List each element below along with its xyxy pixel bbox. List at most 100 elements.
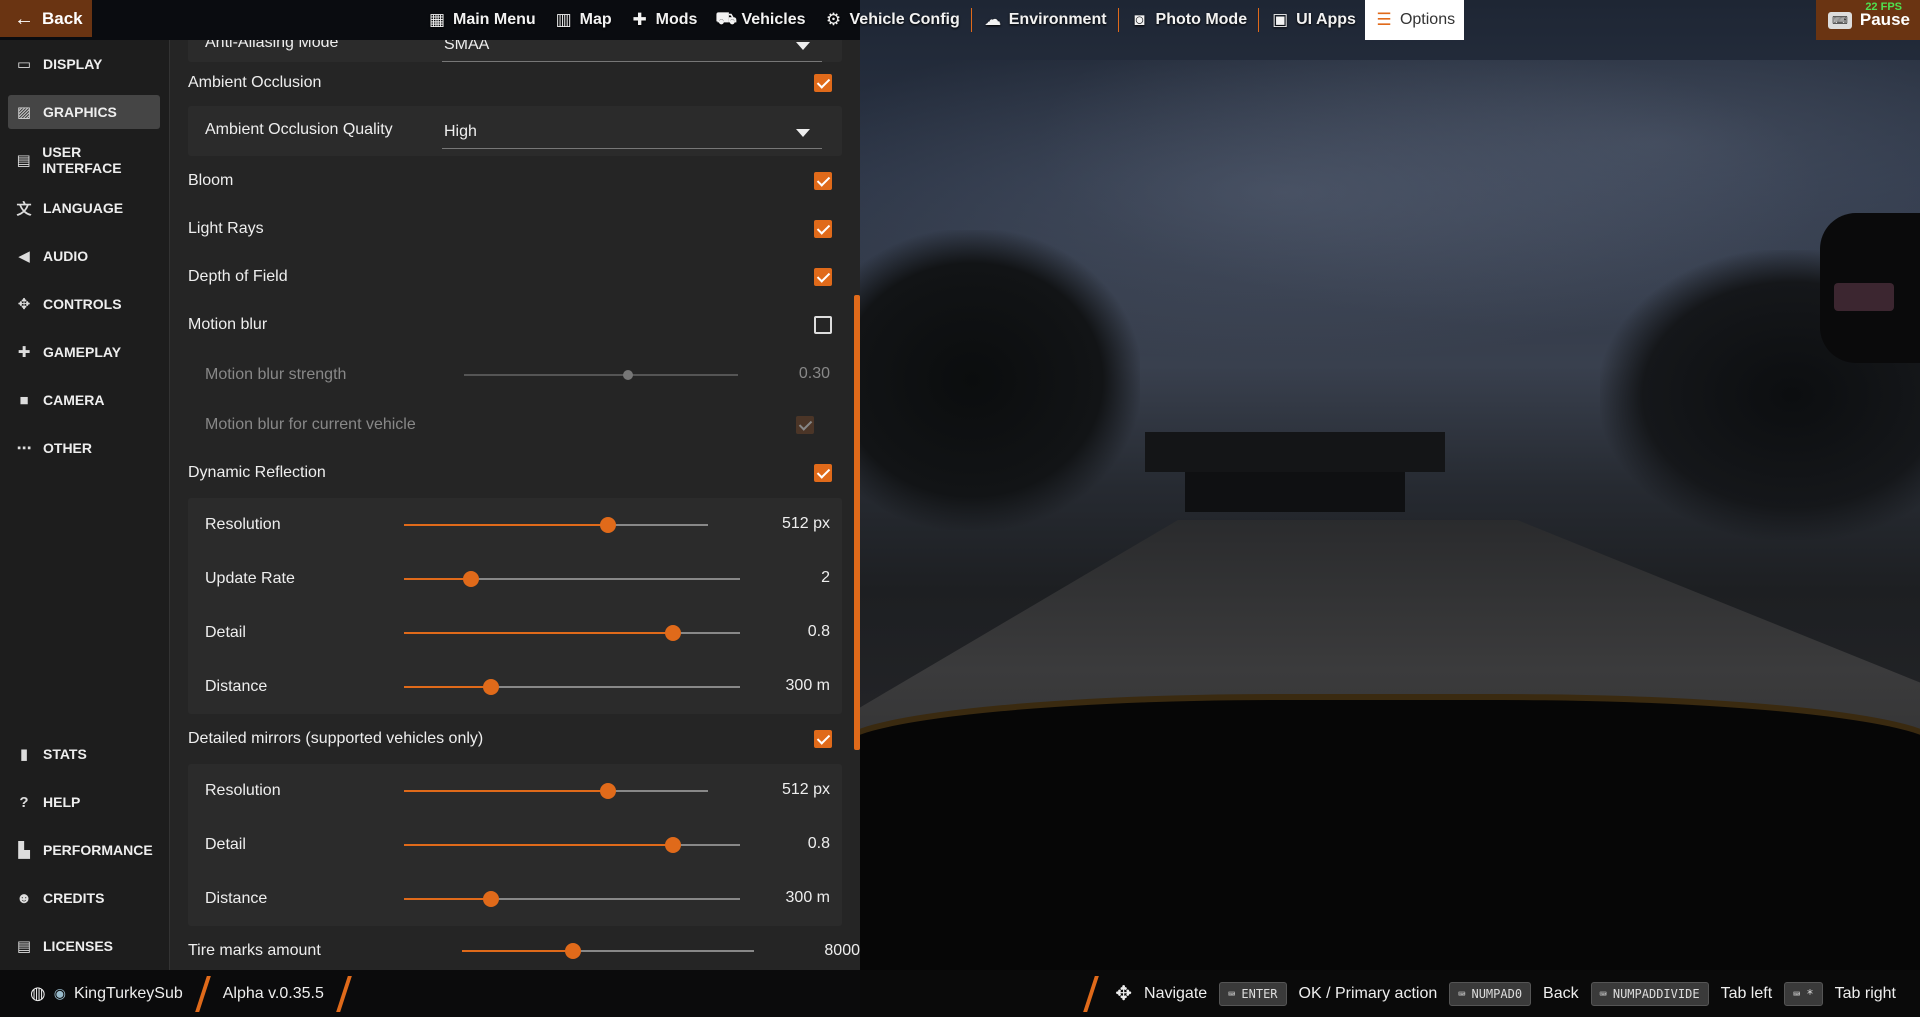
sidebar-item-language[interactable]: 文 LANGUAGE <box>8 191 160 225</box>
nav-environment[interactable]: ☁ Environment <box>974 0 1116 40</box>
sidebar-item-audio[interactable]: ◀ AUDIO <box>8 239 160 273</box>
slider-value: 300 m <box>785 889 830 906</box>
sidebar-item-camera[interactable]: ■ CAMERA <box>8 383 160 417</box>
nav-options[interactable]: ☰ Options <box>1364 0 1465 40</box>
dr-resolution-slider[interactable] <box>404 517 708 533</box>
select-value: High <box>444 122 477 140</box>
slider-knob[interactable] <box>664 625 681 641</box>
dr-update-rate-row: Update Rate 2 <box>188 554 842 604</box>
setting-label: Resolution <box>205 516 281 533</box>
nav-map[interactable]: ▥ Map <box>545 0 621 40</box>
ui-icon: ▤ <box>16 152 31 169</box>
sidebar-item-display[interactable]: ▭ DISPLAY <box>8 47 160 81</box>
setting-label: Bloom <box>188 172 234 189</box>
sidebar-item-user-interface[interactable]: ▤ USER INTERFACE <box>8 143 160 177</box>
map-icon: ▥ <box>555 10 572 29</box>
dr-distance-slider[interactable] <box>404 679 740 695</box>
slider-knob[interactable] <box>483 679 500 695</box>
version-label: Alpha v.0.35.5 <box>222 984 324 1002</box>
dr-detail-slider[interactable] <box>404 625 740 641</box>
bar-chart-icon: ▮ <box>19 746 29 763</box>
sidebar-item-licenses[interactable]: ▤ LICENSES <box>8 929 160 963</box>
tire-marks-slider[interactable] <box>462 943 754 959</box>
trees-left <box>860 230 1140 530</box>
motion-blur-row: Motion blur <box>188 302 842 348</box>
chevron-down-icon <box>796 42 810 50</box>
sidebar-item-label: HELP <box>43 794 81 810</box>
bottom-bar: ◍ ◉ KingTurkeySub Alpha v.0.35.5 ✥ Navig… <box>0 970 1920 1017</box>
user-info: ◍ ◉ KingTurkeySub Alpha v.0.35.5 <box>30 970 356 1017</box>
light-rays-checkbox[interactable] <box>814 220 832 238</box>
keyboard-icon: ⌨ <box>1458 986 1466 1001</box>
nav-separator <box>970 8 972 32</box>
nav-vehicle-config[interactable]: ⚙ Vehicle Config <box>815 0 969 40</box>
nav-ui-apps[interactable]: ▣ UI Apps <box>1261 0 1365 40</box>
license-icon: ▤ <box>16 938 32 955</box>
sidebar-item-label: OTHER <box>43 440 92 456</box>
sidebar-item-performance[interactable]: ▙ PERFORMANCE <box>8 833 160 867</box>
car-icon: ⛟ <box>715 9 737 28</box>
dm-resolution-slider[interactable] <box>404 783 708 799</box>
dynamic-reflection-checkbox[interactable] <box>814 464 832 482</box>
sidebar-item-label: CREDITS <box>43 890 105 906</box>
sidebar-item-controls[interactable]: ✥ CONTROLS <box>8 287 160 321</box>
nav-label: Map <box>579 11 612 28</box>
motion-blur-checkbox[interactable] <box>814 316 832 334</box>
slider-value: 512 px <box>781 781 830 798</box>
divider <box>335 975 352 1012</box>
dynamic-reflection-row: Dynamic Reflection <box>188 450 842 496</box>
sidebar-item-graphics[interactable]: ▨ GRAPHICS <box>8 95 160 129</box>
dm-distance-slider[interactable] <box>404 891 740 907</box>
sidebar-item-gameplay[interactable]: ✚ GAMEPLAY <box>8 335 160 369</box>
antialiasing-select[interactable]: SMAA <box>442 40 822 62</box>
slider-knob[interactable] <box>564 943 581 959</box>
back-button[interactable]: ← Back <box>0 0 92 37</box>
bloom-checkbox[interactable] <box>814 172 832 190</box>
username: KingTurkeySub <box>73 984 183 1002</box>
nav-separator <box>1258 8 1260 32</box>
nav-label: Environment <box>1008 11 1107 28</box>
settings-scrollbar[interactable] <box>854 295 860 750</box>
dm-detail-slider[interactable] <box>404 837 740 853</box>
setting-label: Distance <box>205 890 268 907</box>
motion-blur-strength-slider <box>464 370 738 380</box>
bloom-row: Bloom <box>188 158 842 204</box>
depth-of-field-checkbox[interactable] <box>814 268 832 286</box>
detailed-mirrors-checkbox[interactable] <box>814 730 832 748</box>
slider-knob[interactable] <box>664 837 681 853</box>
speaker-icon: ◀ <box>18 248 30 265</box>
nav-label: UI Apps <box>1296 11 1356 28</box>
apps-icon: ▣ <box>1272 10 1289 29</box>
keyboard-icon: ⌨ <box>1228 986 1236 1001</box>
nav-photo-mode[interactable]: ◙ Photo Mode <box>1121 0 1257 40</box>
setting-label: Motion blur for current vehicle <box>205 416 416 433</box>
setting-label: Depth of Field <box>188 268 288 285</box>
gamepad-icon: ✥ <box>17 296 31 313</box>
slider-knob[interactable] <box>483 891 500 907</box>
dr-update-rate-slider[interactable] <box>404 571 740 587</box>
ao-quality-select[interactable]: High <box>442 115 822 149</box>
setting-label: Dynamic Reflection <box>188 464 326 481</box>
slider-knob[interactable] <box>599 517 616 533</box>
setting-label: Ambient Occlusion <box>188 74 322 91</box>
dr-detail-row: Detail 0.8 <box>188 608 842 658</box>
detailed-mirrors-row: Detailed mirrors (supported vehicles onl… <box>188 716 842 762</box>
motion-blur-subsettings: Motion blur strength 0.30 Motion blur fo… <box>188 350 842 450</box>
ambient-occlusion-checkbox[interactable] <box>814 74 832 92</box>
slider-knob[interactable] <box>599 783 616 799</box>
sidebar-item-help[interactable]: ? HELP <box>8 785 160 819</box>
nav-mods[interactable]: ✚ Mods <box>621 0 707 40</box>
detailed-mirrors-subsettings: Resolution 512 px Detail 0.8 Distance 30… <box>188 764 842 926</box>
sidebar-item-credits[interactable]: ☻ CREDITS <box>8 881 160 915</box>
sidebar-item-label: GRAPHICS <box>43 104 117 120</box>
slider-value: 2 <box>821 569 830 586</box>
sidebar-item-stats[interactable]: ▮ STATS <box>8 737 160 771</box>
chevron-down-icon <box>796 129 810 137</box>
key-label: ENTER <box>1241 986 1278 1001</box>
nav-vehicles[interactable]: ⛟ Vehicles <box>706 0 814 40</box>
nav-main-menu[interactable]: ▦ Main Menu <box>418 0 545 40</box>
hint-tab-right: Tab right <box>1834 984 1896 1002</box>
slider-knob[interactable] <box>463 571 480 587</box>
sidebar-item-other[interactable]: ⋯ OTHER <box>8 431 160 465</box>
pause-label: Pause <box>1859 10 1910 29</box>
